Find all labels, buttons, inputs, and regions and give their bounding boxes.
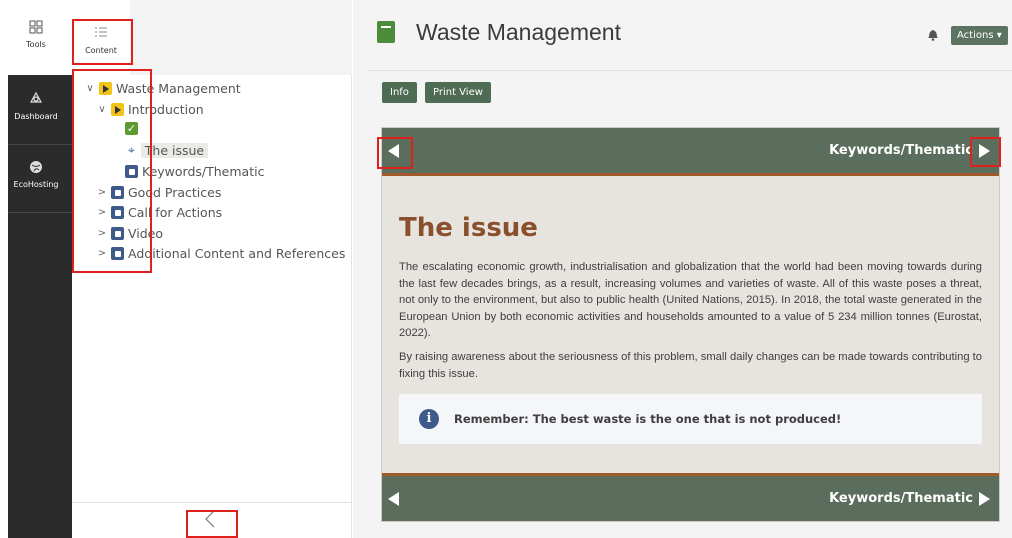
- tree-item-call-for-actions[interactable]: > Call for Actions: [96, 205, 222, 220]
- chevron-right-icon[interactable]: >: [96, 228, 108, 239]
- tools-button[interactable]: Tools: [0, 20, 72, 49]
- tree-label: The issue: [140, 143, 209, 158]
- dashboard-label: Dashboard: [14, 112, 58, 121]
- content-tab[interactable]: Content: [72, 0, 130, 75]
- tree-footer-divider: [72, 502, 352, 503]
- chevron-right-icon[interactable]: >: [96, 248, 108, 259]
- next-page-link[interactable]: Keywords/Thematic: [829, 491, 973, 506]
- tree-item-good-practices[interactable]: > Good Practices: [96, 185, 222, 200]
- next-arrow-icon[interactable]: [979, 492, 990, 506]
- tree-item-completed[interactable]: ✓: [125, 122, 142, 135]
- page-title: Waste Management: [416, 19, 621, 45]
- tree-label: Video: [128, 226, 164, 241]
- top-navigation-bar: Keywords/Thematic: [382, 128, 999, 176]
- actions-dropdown-button[interactable]: Actions ▾: [951, 26, 1008, 45]
- tree-item-additional[interactable]: > Additional Content and References: [96, 246, 346, 261]
- bell-icon[interactable]: [927, 28, 939, 44]
- main-content: Waste Management Actions ▾ Info Print Vi…: [353, 0, 1012, 538]
- chevron-down-icon[interactable]: ∨: [96, 104, 108, 115]
- info-icon: i: [419, 409, 439, 429]
- tools-label: Tools: [26, 40, 46, 49]
- previous-arrow-icon[interactable]: [388, 144, 399, 158]
- section-title: The issue: [399, 213, 538, 243]
- tree-label: Good Practices: [128, 185, 222, 200]
- grid-icon: [29, 20, 43, 34]
- checkmark-icon: ✓: [125, 122, 138, 135]
- print-view-button[interactable]: Print View: [425, 82, 491, 103]
- tree-item-the-issue[interactable]: ⌖ The issue: [128, 143, 209, 158]
- dashboard-button[interactable]: Dashboard: [0, 90, 72, 121]
- chevron-left-icon: [205, 510, 215, 528]
- paragraph: By raising awareness about the seriousne…: [399, 351, 982, 380]
- chapter-icon: [111, 103, 124, 116]
- tree-item-root[interactable]: ∨ Waste Management: [84, 81, 241, 96]
- tree-header-area: [130, 0, 352, 75]
- info-button[interactable]: Info: [382, 82, 417, 103]
- tree-label: Waste Management: [116, 81, 241, 96]
- learning-module-icon: [377, 21, 395, 43]
- tools-sidebar: Tools Dashboard EcoHosting: [0, 0, 72, 538]
- page-icon: [125, 165, 138, 178]
- ecohosting-button[interactable]: EcoHosting: [0, 160, 72, 189]
- next-page-link[interactable]: Keywords/Thematic: [829, 143, 973, 158]
- page-icon: [111, 247, 124, 260]
- dashboard-icon: [29, 91, 43, 103]
- chevron-right-icon[interactable]: >: [96, 207, 108, 218]
- previous-arrow-icon[interactable]: [388, 492, 399, 506]
- tree-label: Introduction: [128, 102, 204, 117]
- page-icon: [111, 227, 124, 240]
- header-divider: [367, 70, 1012, 71]
- chapter-icon: [99, 82, 112, 95]
- tree-label: Keywords/Thematic: [142, 164, 265, 179]
- tree-item-introduction[interactable]: ∨ Introduction: [96, 102, 204, 117]
- toolbar-divider: [8, 144, 72, 145]
- page-icon: [111, 206, 124, 219]
- content-tree-panel: [72, 75, 352, 538]
- chevron-right-icon[interactable]: >: [96, 187, 108, 198]
- content-label: Content: [85, 46, 117, 55]
- info-note: i Remember: The best waste is the one th…: [399, 394, 982, 444]
- page-icon: [111, 186, 124, 199]
- toolbar-divider: [8, 212, 72, 213]
- ecohosting-label: EcoHosting: [13, 180, 59, 189]
- globe-icon: [30, 161, 42, 173]
- tree-item-video[interactable]: > Video: [96, 226, 163, 241]
- list-icon: [95, 27, 107, 37]
- bottom-navigation-bar: Keywords/Thematic: [382, 473, 999, 521]
- paragraph: The escalating economic growth, industri…: [399, 261, 982, 339]
- collapse-panel-button[interactable]: [203, 509, 217, 534]
- chevron-down-icon[interactable]: ∨: [84, 83, 96, 94]
- tree-item-keywords[interactable]: Keywords/Thematic: [125, 164, 264, 179]
- tree-label: Call for Actions: [128, 205, 223, 220]
- tree-label: Additional Content and References: [128, 246, 346, 261]
- content-card: Keywords/Thematic The issue The escalati…: [381, 127, 1000, 522]
- next-arrow-icon[interactable]: [979, 144, 990, 158]
- current-position-icon: ⌖: [128, 143, 135, 157]
- note-text: Remember: The best waste is the one that…: [454, 412, 842, 426]
